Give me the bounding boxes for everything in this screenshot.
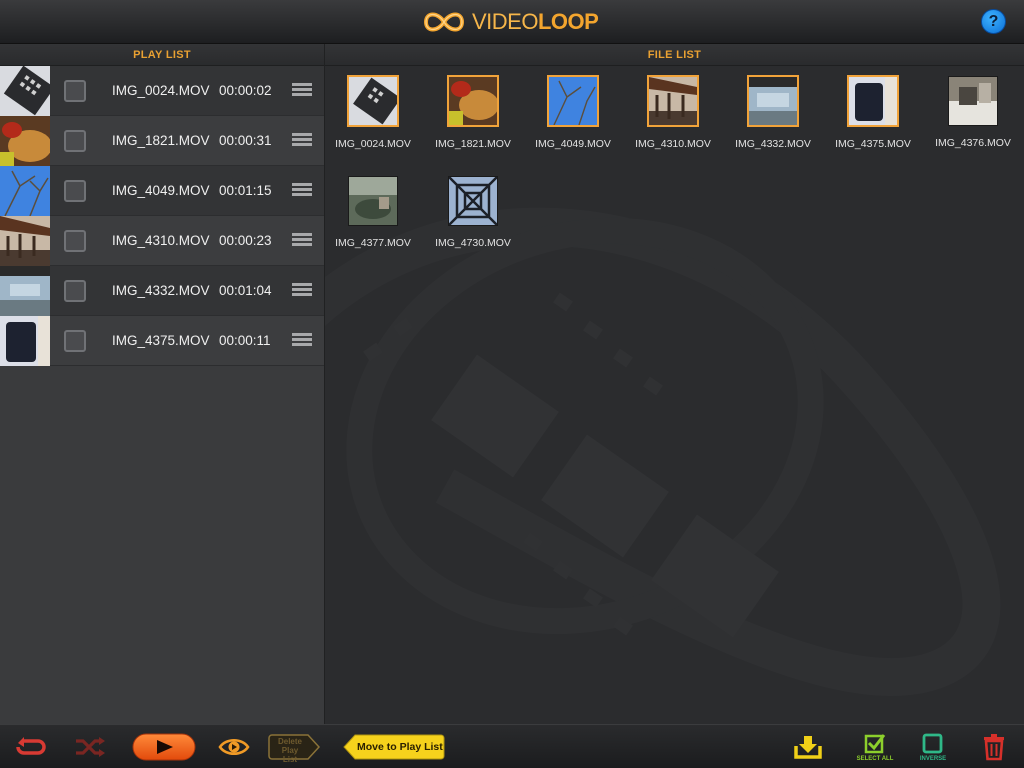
file-item[interactable]: IMG_4049.MOV (525, 75, 621, 150)
playlist-row[interactable]: IMG_4332.MOV 00:01:04 (0, 265, 324, 316)
file-item[interactable]: IMG_4310.MOV (625, 75, 721, 150)
file-thumbnail (747, 75, 799, 127)
file-thumbnail (447, 75, 499, 127)
file-name: IMG_4376.MOV (935, 137, 1011, 149)
film-reel-watermark (325, 207, 1001, 696)
drag-handle-icon[interactable] (292, 133, 312, 150)
videoloop-logo: VIDEOLOOP (422, 6, 599, 38)
infinity-logo-icon (423, 12, 465, 32)
playlist-item-duration: 00:01:15 (219, 183, 272, 198)
delete-playlist-button[interactable]: Delete Play List (268, 734, 321, 764)
drag-handle-icon[interactable] (292, 183, 312, 200)
file-thumbnail (547, 75, 599, 127)
playlist-item-checkbox[interactable] (64, 280, 86, 302)
trash-icon[interactable] (982, 733, 1006, 761)
inverse-icon[interactable] (922, 732, 944, 754)
play-icon[interactable] (132, 733, 196, 761)
file-name: IMG_4375.MOV (835, 138, 911, 150)
playlist-item-name: IMG_4375.MOV (112, 333, 210, 348)
playlist-item-name: IMG_4332.MOV (112, 283, 210, 298)
drag-handle-icon[interactable] (292, 233, 312, 250)
file-item[interactable]: IMG_4332.MOV (725, 75, 821, 150)
bottom-toolbar: Delete Play List Move to Play List SELEC… (0, 724, 1024, 768)
playlist-item-duration: 00:00:23 (219, 233, 272, 248)
app-title: VIDEOLOOP (472, 9, 599, 34)
playlist-item-duration: 00:00:11 (219, 333, 271, 348)
playlist-item-checkbox[interactable] (64, 230, 86, 252)
file-thumbnail (948, 76, 998, 126)
import-icon[interactable] (793, 734, 823, 760)
file-name: IMG_4049.MOV (535, 138, 611, 150)
move-to-playlist-label: Move to Play List (357, 741, 443, 753)
video-thumbnail (0, 115, 50, 166)
playlist-item-checkbox[interactable] (64, 180, 86, 202)
move-to-playlist-button[interactable]: Move to Play List (343, 734, 445, 760)
file-thumbnail (348, 176, 398, 226)
file-name: IMG_4332.MOV (735, 138, 811, 150)
file-name: IMG_0024.MOV (335, 138, 411, 150)
playlist-item-checkbox[interactable] (64, 130, 86, 152)
eye-icon[interactable] (218, 736, 250, 758)
file-item[interactable]: IMG_4376.MOV (925, 75, 1021, 149)
playlist-row[interactable]: IMG_4375.MOV 00:00:11 (0, 315, 324, 366)
file-item[interactable]: IMG_4730.MOV (425, 175, 521, 249)
select-all-label[interactable]: SELECT ALL (855, 756, 895, 762)
file-name: IMG_4377.MOV (335, 237, 411, 249)
playlist-panel: IMG_0024.MOV 00:00:02 IMG_1821.MOV 00:00… (0, 65, 324, 724)
playlist-row[interactable]: IMG_4310.MOV 00:00:23 (0, 215, 324, 266)
playlist-item-name: IMG_4049.MOV (112, 183, 210, 198)
shuffle-icon[interactable] (74, 736, 106, 758)
help-button[interactable]: ? (981, 9, 1006, 34)
file-item[interactable]: IMG_1821.MOV (425, 75, 521, 150)
filelist-panel: IMG_0024.MOV IMG_1821.MOV IMG_4049.MOV I… (325, 66, 1024, 724)
drag-handle-icon[interactable] (292, 83, 312, 100)
video-thumbnail (0, 315, 50, 366)
playlist-row[interactable]: IMG_1821.MOV 00:00:31 (0, 115, 324, 166)
select-all-icon[interactable] (864, 732, 886, 754)
playlist-item-name: IMG_0024.MOV (112, 83, 210, 98)
file-name: IMG_1821.MOV (435, 138, 511, 150)
loop-icon[interactable] (14, 735, 46, 759)
drag-handle-icon[interactable] (292, 333, 312, 350)
playlist-item-checkbox[interactable] (64, 330, 86, 352)
playlist-item-duration: 00:00:02 (219, 83, 272, 98)
video-thumbnail (0, 265, 50, 316)
file-item[interactable]: IMG_4377.MOV (325, 175, 421, 249)
file-name: IMG_4310.MOV (635, 138, 711, 150)
video-thumbnail (0, 165, 50, 216)
app-header: VIDEOLOOP ? (0, 0, 1024, 44)
playlist-item-name: IMG_4310.MOV (112, 233, 210, 248)
inverse-label[interactable]: INVERSE (913, 756, 953, 762)
drag-handle-icon[interactable] (292, 283, 312, 300)
video-thumbnail (0, 215, 50, 266)
file-thumbnail (647, 75, 699, 127)
delete-playlist-label: Delete Play List (277, 737, 302, 764)
filelist-header: FILE LIST (325, 44, 1024, 66)
file-thumbnail (448, 176, 498, 226)
playlist-item-duration: 00:00:31 (219, 133, 272, 148)
file-name: IMG_4730.MOV (435, 237, 511, 249)
file-thumbnail (347, 75, 401, 127)
playlist-item-checkbox[interactable] (64, 80, 86, 102)
playlist-header: PLAY LIST (0, 44, 324, 66)
playlist-item-name: IMG_1821.MOV (112, 133, 210, 148)
playlist-row[interactable]: IMG_4049.MOV 00:01:15 (0, 165, 324, 216)
playlist-row[interactable]: IMG_0024.MOV 00:00:02 (0, 65, 324, 116)
video-thumbnail (0, 65, 50, 116)
file-item[interactable]: IMG_0024.MOV (325, 75, 421, 150)
file-thumbnail (847, 75, 899, 127)
playlist-item-duration: 00:01:04 (219, 283, 272, 298)
file-item[interactable]: IMG_4375.MOV (825, 75, 921, 150)
